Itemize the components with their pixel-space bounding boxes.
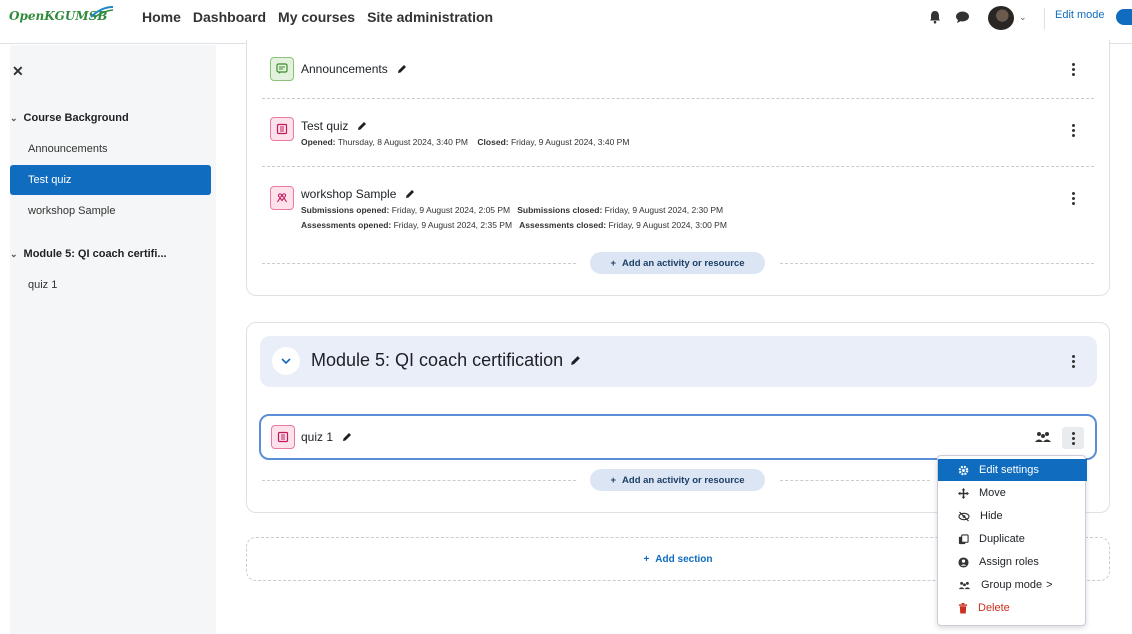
test-quiz-dates: Opened: Thursday, 8 August 2024, 3:40 PM… [301,137,630,147]
eye-slash-icon [958,511,970,521]
chevron-down-icon: ⌄ [10,248,18,259]
site-logo[interactable]: OpenKGUMSB [9,6,114,23]
course-index-drawer: ✕ ⌄ Course Background Announcements Test… [10,45,216,634]
user-avatar[interactable] [988,6,1014,30]
copy-icon [958,533,969,544]
user-menu-chevron-down-icon[interactable]: ⌄ [1019,12,1027,23]
edit-pencil-icon[interactable] [356,120,368,132]
chevron-down-icon: ⌄ [10,112,18,123]
group-mode-icon[interactable] [1034,430,1052,444]
add-activity-button[interactable]: + Add an activity or resource [590,252,765,274]
workshop-submission-dates: Submissions opened: Friday, 9 August 202… [301,205,724,215]
trash-icon [958,602,968,614]
nav-home[interactable]: Home [142,9,181,25]
add-activity-divider-left [262,480,576,481]
edit-pencil-icon[interactable] [404,188,416,200]
activity-divider [262,166,1094,167]
activity-announcements[interactable]: Announcements [301,62,408,76]
activity-actions-kebab-icon[interactable] [1063,59,1083,79]
activity-actions-kebab-icon[interactable] [1063,188,1083,208]
add-activity-button[interactable]: + Add an activity or resource [590,469,765,491]
sidebar-item-test-quiz[interactable]: Test quiz [10,165,211,195]
navbar-divider [1044,8,1045,30]
move-arrows-icon [958,487,969,499]
submenu-chevron-right-icon: > [1046,579,1053,591]
sidebar-item-workshop-sample[interactable]: workshop Sample [10,196,211,226]
menu-item-assign-roles[interactable]: Assign roles [938,551,1087,573]
activity-actions-kebab-icon[interactable] [1063,120,1083,140]
plus-icon: + [610,474,617,486]
plus-icon: + [610,257,617,269]
sidebar-item-quiz-1[interactable]: quiz 1 [10,270,211,300]
gear-icon [958,465,969,475]
activity-actions-menu: Edit settings Move Hide Duplicate Assign… [937,455,1087,626]
module-5-title[interactable]: Module 5: QI coach certification [311,350,582,371]
workshop-assessment-dates: Assessments opened: Friday, 9 August 202… [301,220,727,230]
edit-pencil-icon[interactable] [569,354,582,367]
top-navbar: OpenKGUMSB Home Dashboard My courses Sit… [0,0,1132,44]
nav-dashboard[interactable]: Dashboard [193,9,266,25]
add-activity-divider-right [780,263,1094,264]
group-mode-icon [958,581,971,589]
workshop-icon [270,186,294,210]
menu-item-delete[interactable]: Delete [938,597,1087,619]
menu-item-group-mode[interactable]: Group mode > [938,574,1087,596]
activity-test-quiz[interactable]: Test quiz [301,119,368,133]
activity-quiz-1-row[interactable]: quiz 1 [259,414,1097,460]
menu-item-move[interactable]: Move [938,482,1087,504]
module-5-header: Module 5: QI coach certification [260,336,1097,387]
menu-item-duplicate[interactable]: Duplicate [938,528,1087,550]
menu-item-edit-settings[interactable]: Edit settings [938,459,1087,481]
sidebar-section-course-background[interactable]: ⌄ Course Background [10,112,129,124]
close-drawer-icon[interactable]: ✕ [12,63,24,80]
user-circle-icon [958,556,969,568]
add-activity-divider-right [780,480,930,481]
sidebar-section-module-5[interactable]: ⌄ Module 5: QI coach certifi... [10,248,167,260]
collapse-section-chevron-icon[interactable] [272,347,300,375]
sidebar-item-announcements[interactable]: Announcements [10,134,211,164]
messages-chat-icon[interactable] [955,10,970,24]
logo-swoosh-icon [90,6,114,18]
edit-pencil-icon[interactable] [396,63,408,75]
plus-icon: + [643,553,650,565]
activity-quiz-1[interactable]: quiz 1 [301,430,353,444]
menu-item-hide[interactable]: Hide [938,505,1087,527]
activity-actions-kebab-icon[interactable] [1062,427,1084,449]
edit-pencil-icon[interactable] [341,431,353,443]
activity-divider [262,98,1094,99]
quiz-icon [271,425,295,449]
primary-nav: Home Dashboard My courses Site administr… [142,9,493,25]
activity-workshop-sample[interactable]: workshop Sample [301,187,416,201]
forum-icon [270,57,294,81]
section-actions-kebab-icon[interactable] [1063,351,1083,371]
add-activity-divider-left [262,263,576,264]
nav-my-courses[interactable]: My courses [278,9,355,25]
quiz-icon [270,117,294,141]
edit-mode-label: Edit mode [1055,9,1105,21]
nav-site-administration[interactable]: Site administration [367,9,493,25]
notifications-bell-icon[interactable] [928,10,942,24]
edit-mode-toggle[interactable] [1116,9,1132,25]
